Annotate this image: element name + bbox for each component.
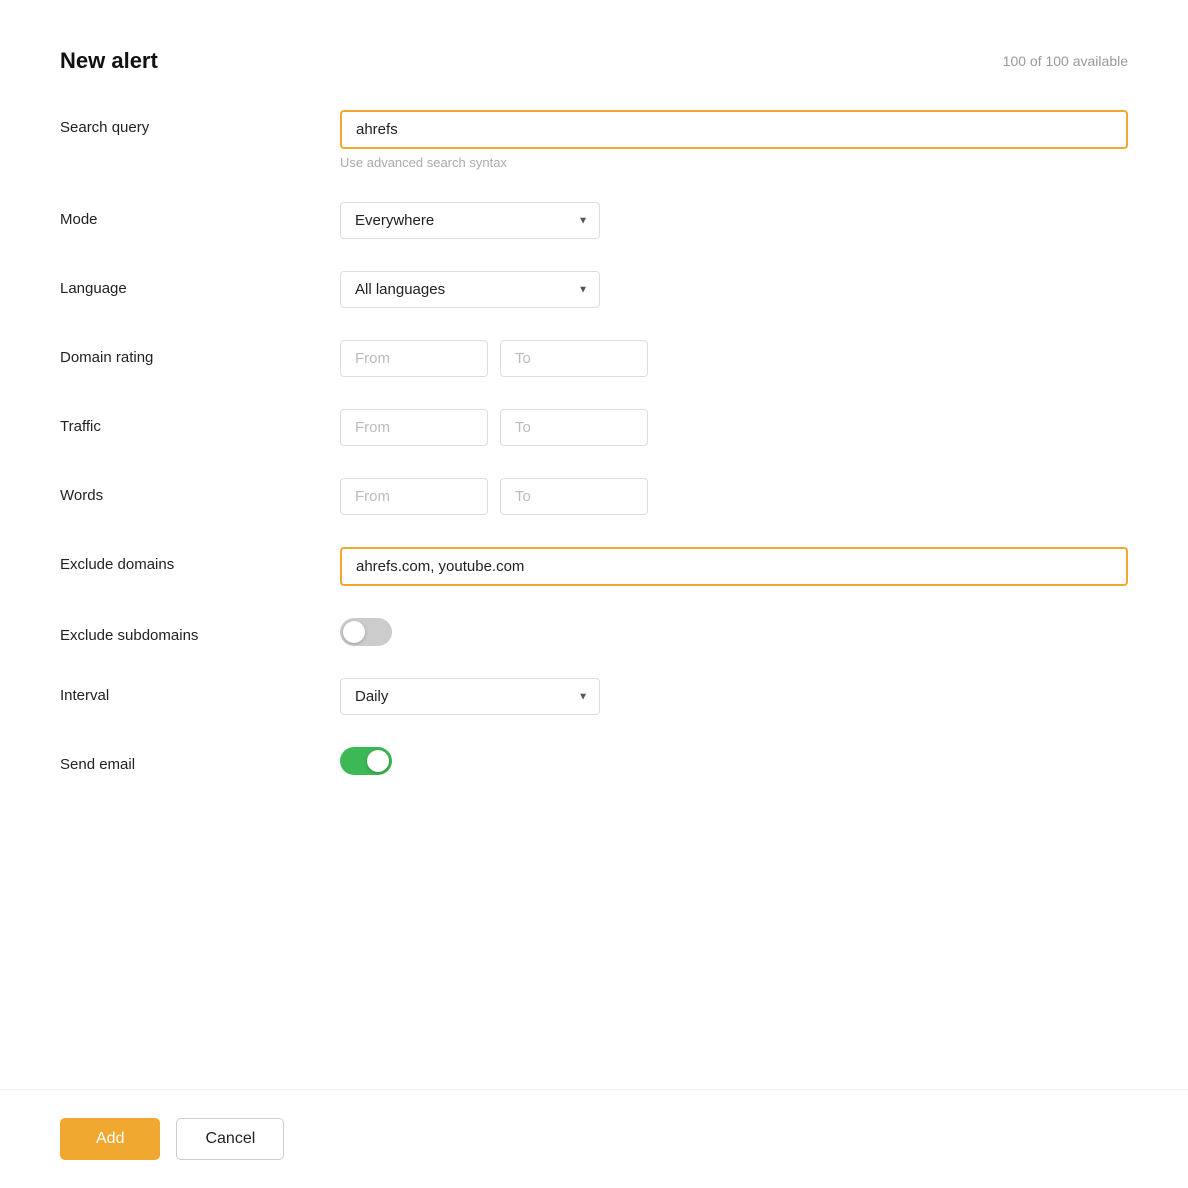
language-row: Language All languages English Spanish F…: [60, 271, 1128, 308]
exclude-subdomains-control: [340, 618, 1128, 646]
language-select[interactable]: All languages English Spanish French Ger…: [340, 271, 600, 308]
toggle-thumb-on: [367, 750, 389, 772]
language-select-wrapper: All languages English Spanish French Ger…: [340, 271, 600, 308]
exclude-domains-row: Exclude domains: [60, 547, 1128, 586]
page-title: New alert: [60, 48, 158, 74]
domain-rating-row: Domain rating: [60, 340, 1128, 377]
exclude-domains-label: Exclude domains: [60, 547, 340, 573]
search-query-row: Search query Use advanced search syntax: [60, 110, 1128, 170]
main-content: New alert 100 of 100 available Search qu…: [0, 0, 1188, 1089]
words-row: Words: [60, 478, 1128, 515]
header-row: New alert 100 of 100 available: [60, 48, 1128, 74]
language-label: Language: [60, 271, 340, 297]
traffic-row: Traffic: [60, 409, 1128, 446]
interval-label: Interval: [60, 678, 340, 704]
traffic-to-input[interactable]: [500, 409, 648, 446]
mode-row: Mode Everywhere Title URL Author ▼: [60, 202, 1128, 239]
domain-rating-range: [340, 340, 1128, 377]
toggle-thumb-off: [343, 621, 365, 643]
traffic-range: [340, 409, 1128, 446]
exclude-domains-input[interactable]: [340, 547, 1128, 586]
send-email-row: Send email: [60, 747, 1128, 775]
exclude-subdomains-label: Exclude subdomains: [60, 618, 340, 644]
mode-select[interactable]: Everywhere Title URL Author: [340, 202, 600, 239]
page-container: New alert 100 of 100 available Search qu…: [0, 0, 1188, 1188]
mode-select-wrapper: Everywhere Title URL Author ▼: [340, 202, 600, 239]
words-from-input[interactable]: [340, 478, 488, 515]
traffic-control: [340, 409, 1128, 446]
domain-rating-control: [340, 340, 1128, 377]
send-email-control: [340, 747, 1128, 775]
search-query-input[interactable]: [340, 110, 1128, 149]
add-button[interactable]: Add: [60, 1118, 160, 1160]
interval-select[interactable]: Daily Weekly Monthly: [340, 678, 600, 715]
send-email-toggle[interactable]: [340, 747, 392, 775]
send-email-label: Send email: [60, 747, 340, 773]
words-to-input[interactable]: [500, 478, 648, 515]
search-query-hint: Use advanced search syntax: [340, 155, 1128, 170]
mode-control: Everywhere Title URL Author ▼: [340, 202, 1128, 239]
domain-rating-to-input[interactable]: [500, 340, 648, 377]
footer-bar: Add Cancel: [0, 1089, 1188, 1188]
domain-rating-from-input[interactable]: [340, 340, 488, 377]
search-query-control: Use advanced search syntax: [340, 110, 1128, 170]
exclude-subdomains-row: Exclude subdomains: [60, 618, 1128, 646]
words-control: [340, 478, 1128, 515]
search-query-label: Search query: [60, 110, 340, 136]
domain-rating-label: Domain rating: [60, 340, 340, 366]
interval-control: Daily Weekly Monthly ▼: [340, 678, 1128, 715]
words-range: [340, 478, 1128, 515]
exclude-domains-control: [340, 547, 1128, 586]
language-control: All languages English Spanish French Ger…: [340, 271, 1128, 308]
interval-select-wrapper: Daily Weekly Monthly ▼: [340, 678, 600, 715]
traffic-from-input[interactable]: [340, 409, 488, 446]
traffic-label: Traffic: [60, 409, 340, 435]
exclude-subdomains-toggle[interactable]: [340, 618, 392, 646]
cancel-button[interactable]: Cancel: [176, 1118, 284, 1160]
interval-row: Interval Daily Weekly Monthly ▼: [60, 678, 1128, 715]
words-label: Words: [60, 478, 340, 504]
available-label: 100 of 100 available: [1003, 53, 1128, 69]
mode-label: Mode: [60, 202, 340, 228]
